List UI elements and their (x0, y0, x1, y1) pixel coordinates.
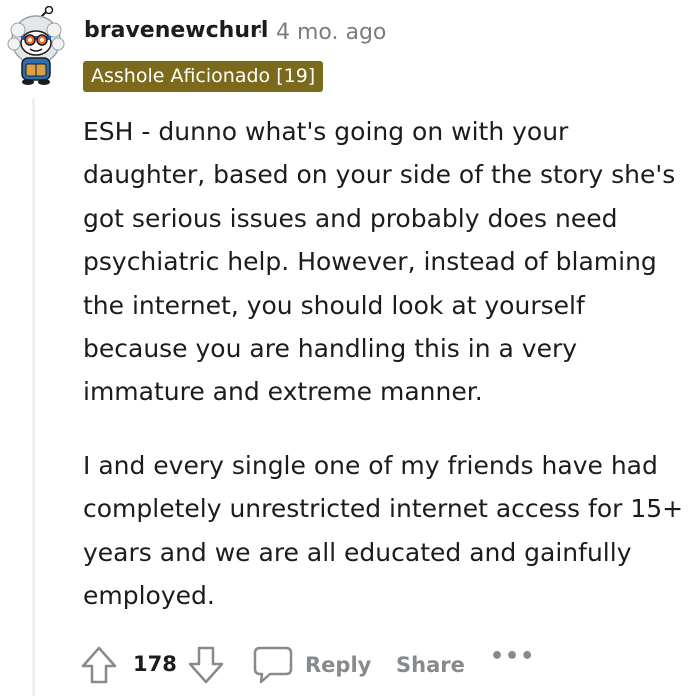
thread-line[interactable] (32, 98, 35, 696)
comment-action-bar: 178 Reply Share ••• (80, 640, 680, 690)
username-link[interactable]: bravenewchurl (84, 18, 268, 43)
speech-bubble-icon (253, 646, 293, 684)
comment-paragraph-1: ESH - dunno what's going on with your da… (83, 117, 676, 407)
more-options-icon[interactable]: ••• (490, 644, 535, 669)
share-button[interactable]: Share (396, 653, 465, 677)
avatar[interactable] (4, 5, 68, 86)
downvote-button[interactable] (187, 645, 225, 685)
upvote-arrow-icon (81, 646, 117, 684)
user-flair-badge: Asshole Aficionado [19] (83, 61, 324, 92)
vote-score: 178 (133, 652, 177, 676)
meta-separator: · (257, 20, 264, 44)
comment-timestamp[interactable]: 4 mo. ago (276, 20, 386, 45)
reply-label: Reply (305, 653, 372, 677)
upvote-button[interactable] (80, 645, 118, 685)
downvote-arrow-icon (188, 646, 224, 684)
snoo-avatar-icon (7, 5, 65, 85)
comment-paragraph-2: I and every single one of my friends hav… (83, 451, 684, 611)
